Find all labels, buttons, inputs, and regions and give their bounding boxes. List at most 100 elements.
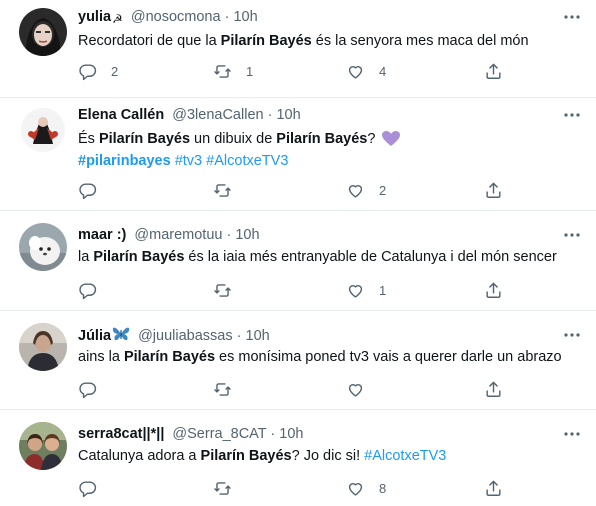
like-button[interactable] xyxy=(346,379,379,399)
like-icon xyxy=(346,62,365,81)
username[interactable]: @Serra_8CAT xyxy=(172,426,266,442)
like-icon xyxy=(346,380,365,399)
reply-button[interactable] xyxy=(78,379,111,399)
share-button[interactable] xyxy=(484,478,503,498)
timestamp[interactable]: 10h xyxy=(235,227,259,243)
share-button[interactable] xyxy=(484,379,503,399)
separator-dot: · xyxy=(226,227,232,243)
tweet-actions: 1 xyxy=(78,280,518,300)
text-segment: és la senyora mes maca del món xyxy=(311,33,529,49)
highlight-text: Pilarín Bayés xyxy=(98,131,191,147)
text-segment: Recordatori de que la xyxy=(78,33,221,49)
text-segment: es monísima poned tv3 vais a querer darl… xyxy=(215,349,562,365)
like-icon xyxy=(346,281,365,300)
like-button[interactable]: 1 xyxy=(346,280,386,300)
retweet-icon xyxy=(213,281,232,300)
avatar[interactable] xyxy=(19,422,67,470)
share-icon xyxy=(484,281,503,300)
tweet-actions: 2 xyxy=(78,180,518,200)
highlight-text: Pilarín Bayés xyxy=(200,448,292,464)
more-icon[interactable] xyxy=(562,10,582,24)
retweet-button[interactable] xyxy=(213,180,246,200)
retweet-icon xyxy=(213,479,232,498)
like-icon xyxy=(346,479,365,498)
like-count: 4 xyxy=(379,63,387,79)
more-icon[interactable] xyxy=(562,328,582,342)
text-segment: ? Jo dic si! xyxy=(291,448,365,464)
share-button[interactable] xyxy=(484,180,503,200)
username[interactable]: @juuliabassas xyxy=(138,328,233,344)
timestamp[interactable]: 10h xyxy=(246,328,270,344)
display-name[interactable]: maar :) xyxy=(78,227,126,243)
retweet-button[interactable] xyxy=(213,379,246,399)
display-name[interactable]: serra8cat||*|| xyxy=(78,426,164,442)
retweet-icon xyxy=(213,181,232,200)
text-segment: Catalunya adora a xyxy=(78,448,201,464)
more-icon[interactable] xyxy=(562,228,582,242)
like-button[interactable]: 2 xyxy=(346,180,386,200)
hammer-sickle-emoji: ☭ xyxy=(112,12,123,26)
tweet-text: ains la Pilarín Bayés es monísima poned … xyxy=(78,347,583,367)
highlight-text: Pilarín Bayés xyxy=(123,349,216,365)
share-button[interactable] xyxy=(484,61,503,81)
like-count: 2 xyxy=(379,182,387,198)
tweet-actions: 8 xyxy=(78,478,518,498)
timestamp[interactable]: 10h xyxy=(276,107,300,123)
avatar[interactable] xyxy=(19,323,67,371)
retweet-button[interactable] xyxy=(213,478,246,498)
retweet-button[interactable] xyxy=(213,280,246,300)
timestamp[interactable]: 10h xyxy=(233,9,257,25)
display-name[interactable]: yulia xyxy=(78,9,111,25)
like-button[interactable]: 8 xyxy=(346,478,386,498)
like-button[interactable]: 4 xyxy=(346,61,386,81)
retweet-count: 1 xyxy=(246,63,254,79)
display-name[interactable]: Júlia xyxy=(78,328,111,344)
username[interactable]: @3lenaCallen xyxy=(172,107,263,123)
reply-button[interactable] xyxy=(78,180,111,200)
share-button[interactable] xyxy=(484,280,503,300)
reply-button[interactable] xyxy=(78,478,111,498)
more-icon[interactable] xyxy=(562,427,582,441)
tweet-text: la Pilarín Bayés és la iaia més entranya… xyxy=(78,247,583,267)
hashtag-link[interactable]: #AlcotxeTV3 xyxy=(364,448,446,464)
text-segment: És xyxy=(78,131,99,147)
reply-button[interactable] xyxy=(78,280,111,300)
hashtag-link[interactable]: #AlcotxeTV3 xyxy=(206,153,288,169)
retweet-icon xyxy=(213,380,232,399)
avatar[interactable] xyxy=(19,8,67,56)
tweet-header: yulia☭ @nosocmona · 10h xyxy=(78,8,258,28)
highlight-text: Pilarín Bayés xyxy=(93,249,185,265)
share-icon xyxy=(484,62,503,81)
username[interactable]: @nosocmona xyxy=(131,9,221,25)
tweet[interactable]: Elena Callén @3lenaCallen · 10h És Pilar… xyxy=(0,98,596,211)
hashtag-link[interactable]: #pilarinbayes xyxy=(78,153,171,169)
text-segment: ains la xyxy=(78,349,124,365)
tweet[interactable]: serra8cat||*|| @Serra_8CAT · 10h Catalun… xyxy=(0,410,596,506)
reply-icon xyxy=(78,479,97,498)
separator-dot: · xyxy=(270,426,276,442)
tweet-header: serra8cat||*|| @Serra_8CAT · 10h xyxy=(78,425,303,443)
avatar[interactable] xyxy=(19,223,67,271)
separator-dot: · xyxy=(267,107,273,123)
reply-count: 2 xyxy=(111,63,119,79)
more-icon[interactable] xyxy=(562,108,582,122)
tweet[interactable]: maar :) @maremotuu · 10h la Pilarín Bayé… xyxy=(0,211,596,311)
tweet[interactable]: yulia☭ @nosocmona · 10h Recordatori de q… xyxy=(0,0,596,98)
separator-dot: · xyxy=(224,9,230,25)
reply-icon xyxy=(78,380,97,399)
avatar[interactable] xyxy=(19,106,67,154)
reply-button[interactable]: 2 xyxy=(78,61,118,81)
tweet[interactable]: Júlia🦋 @juuliabassas · 10h ains la Pilar… xyxy=(0,311,596,410)
share-icon xyxy=(484,181,503,200)
hashtag-link[interactable]: #tv3 xyxy=(175,153,202,169)
tweet-header: maar :) @maremotuu · 10h xyxy=(78,226,260,244)
text-segment: la xyxy=(78,249,94,265)
separator-dot: · xyxy=(236,328,242,344)
retweet-button[interactable]: 1 xyxy=(213,61,253,81)
share-icon xyxy=(484,380,503,399)
retweet-icon xyxy=(213,62,232,81)
timestamp[interactable]: 10h xyxy=(279,426,303,442)
username[interactable]: @maremotuu xyxy=(134,227,222,243)
tweet-text: Recordatori de que la Pilarín Bayés és l… xyxy=(78,31,583,51)
display-name[interactable]: Elena Callén xyxy=(78,107,164,123)
